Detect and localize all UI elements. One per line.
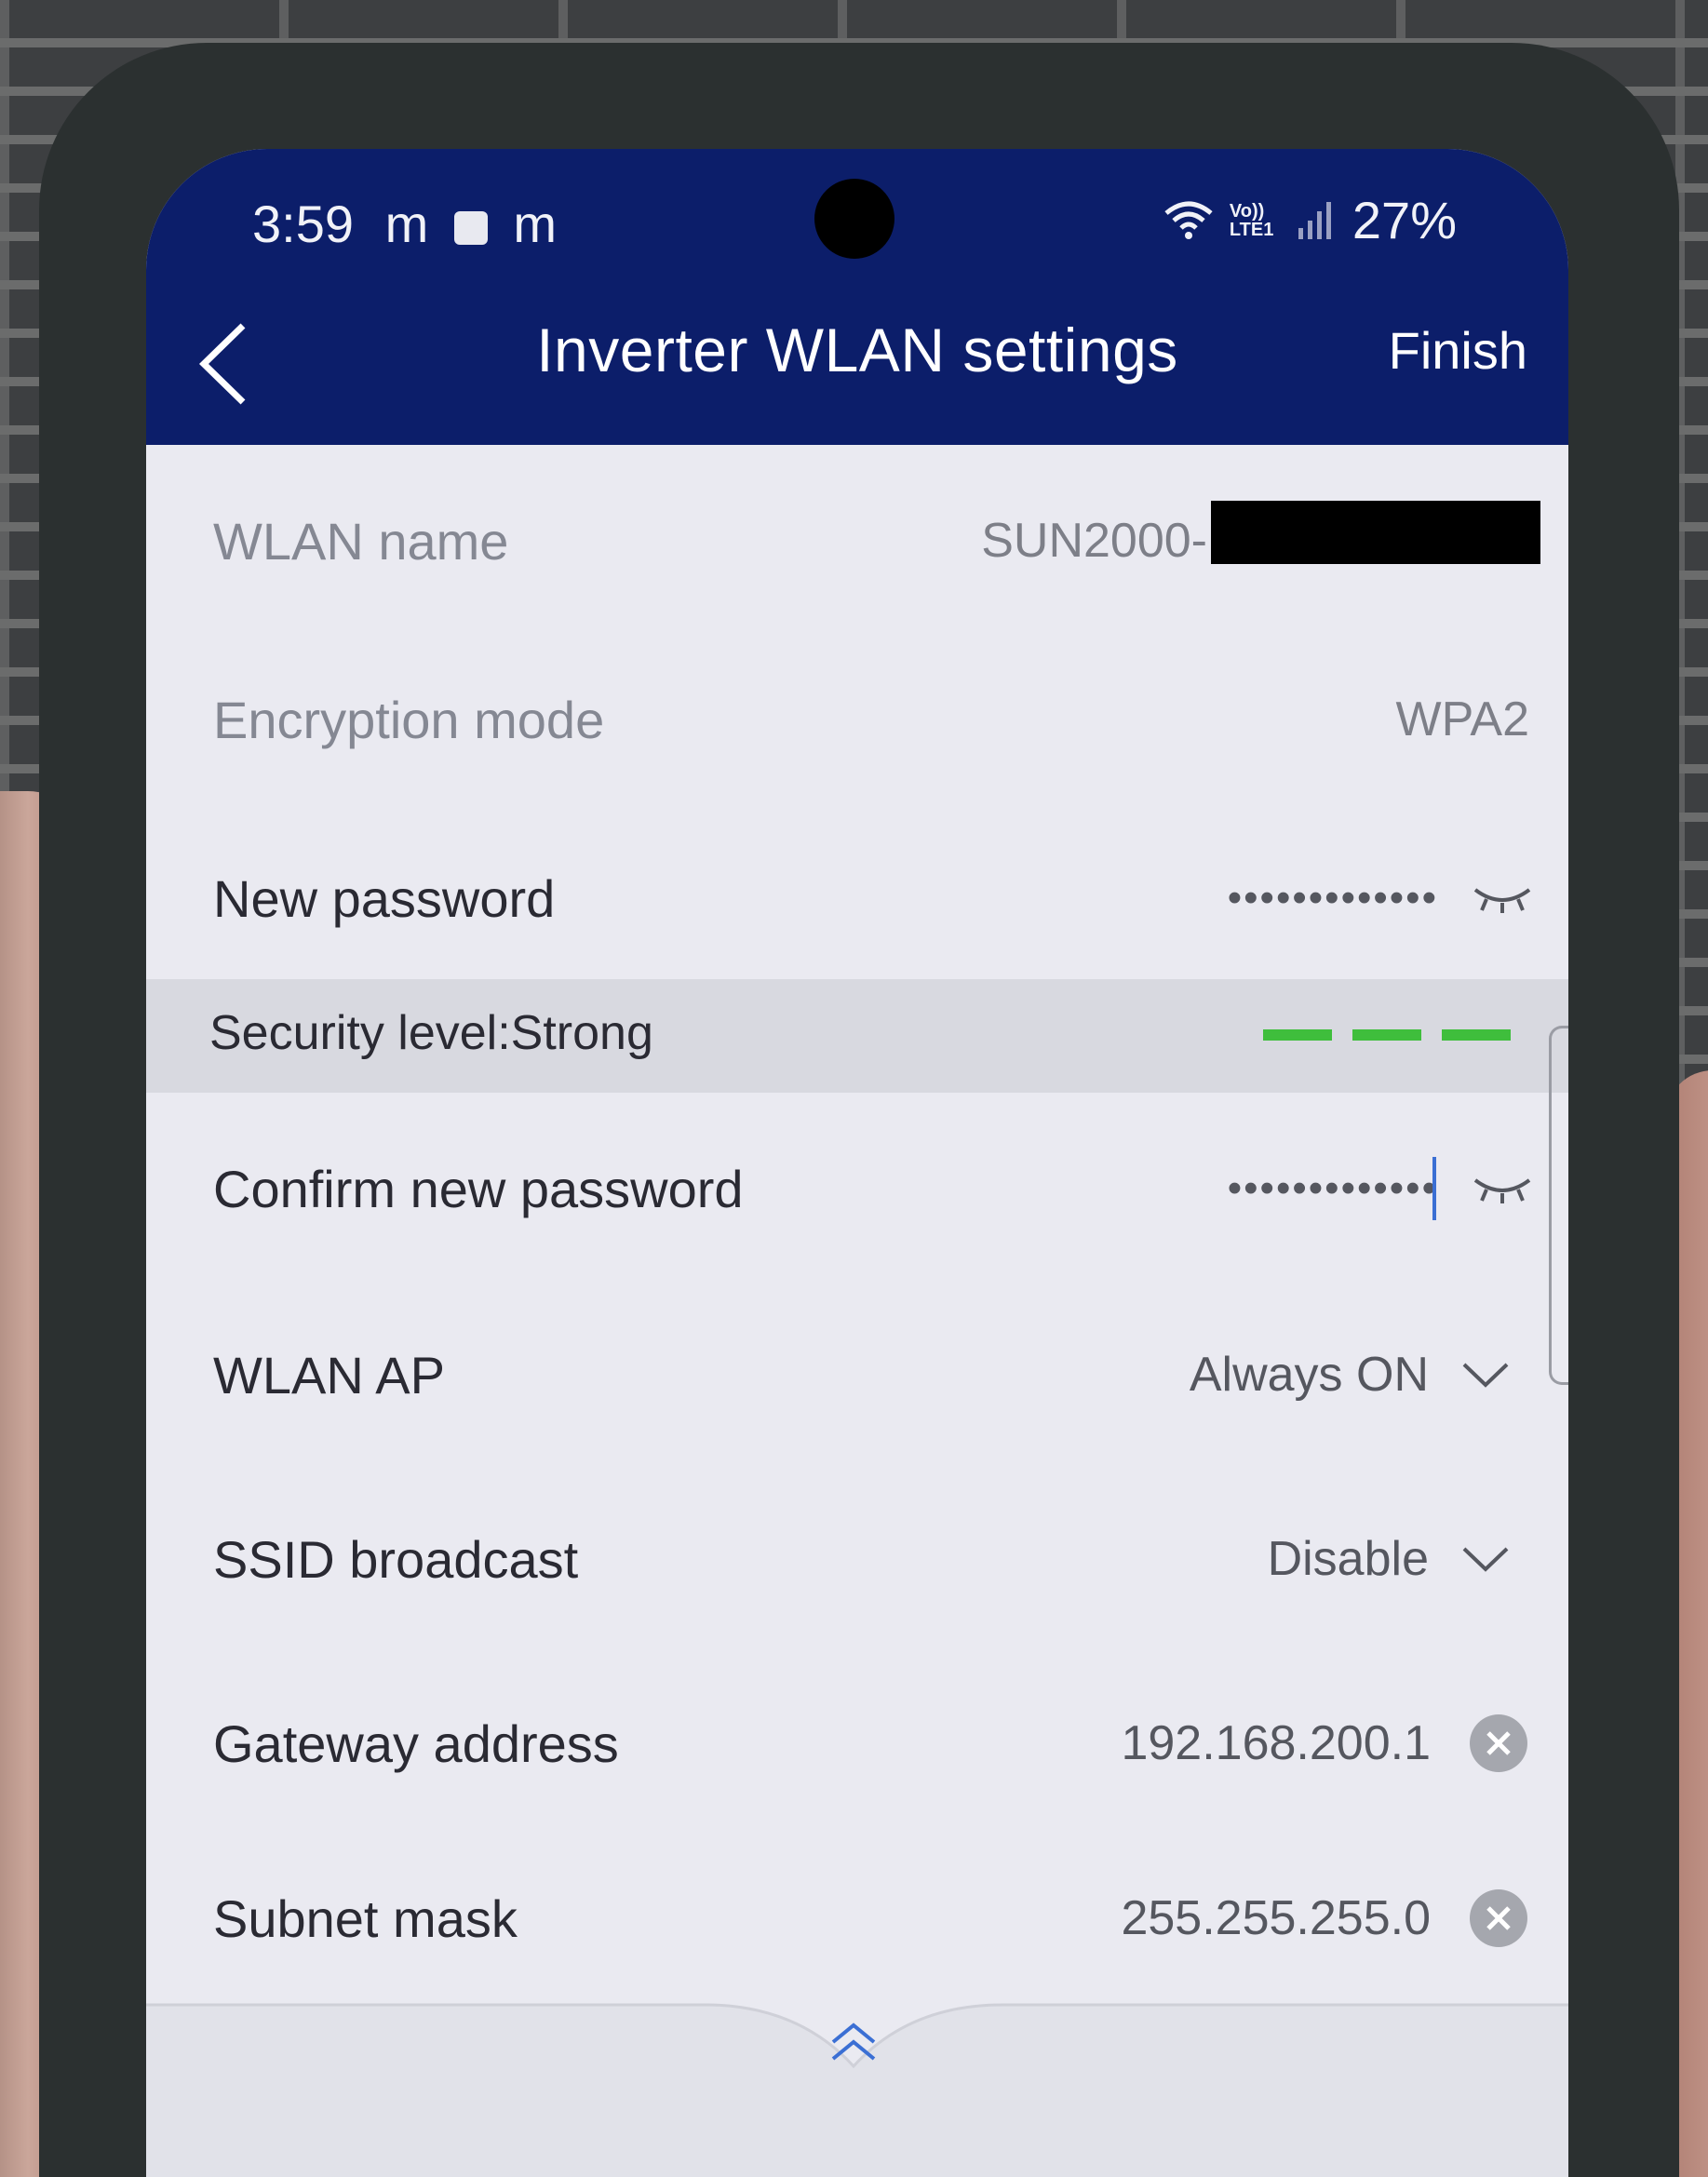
battery-percent: 27% (1352, 191, 1457, 249)
strength-bar-3 (1442, 1029, 1511, 1041)
app-header: 3:59 m m Vo)) LTE1 27% Inverter WLAN set… (146, 149, 1568, 445)
ssid-broadcast-value[interactable]: Disable (1268, 1531, 1429, 1587)
ssid-broadcast-row[interactable]: SSID broadcast Disable (146, 1471, 1568, 1647)
subnet-mask-label: Subnet mask (213, 1888, 518, 1948)
strength-bar-1 (1263, 1029, 1332, 1041)
subnet-mask-input[interactable]: 255.255.255.0 (1121, 1890, 1431, 1946)
clear-icon (1486, 1731, 1511, 1755)
wifi-icon (1164, 201, 1213, 239)
wlan-ap-row[interactable]: WLAN AP Always ON (146, 1286, 1568, 1463)
text-cursor (1432, 1157, 1436, 1220)
encryption-mode-row: Encryption mode WPA2 (146, 631, 1568, 808)
expand-up-icon (831, 2022, 876, 2061)
clear-gateway-button[interactable] (1470, 1714, 1527, 1772)
encryption-mode-value: WPA2 (1395, 692, 1529, 746)
chevron-down-icon[interactable] (1460, 1543, 1511, 1575)
page-title: Inverter WLAN settings (536, 316, 1178, 384)
bottom-panel (146, 2003, 1568, 2177)
security-level-label: Security level:Strong (209, 1006, 653, 1060)
eye-closed-icon[interactable] (1473, 882, 1531, 914)
confirm-password-input[interactable]: ••••••••••••• (1228, 1165, 1438, 1212)
confirm-password-label: Confirm new password (213, 1159, 744, 1218)
clear-icon (1486, 1906, 1511, 1930)
gateway-address-row[interactable]: Gateway address 192.168.200.1 (146, 1655, 1568, 1832)
status-time: 3:59 (252, 195, 354, 253)
chevron-down-icon[interactable] (1460, 1359, 1511, 1391)
scroll-indicator (1549, 1026, 1568, 1385)
wlan-name-value: SUN2000- (981, 514, 1207, 568)
gateway-address-label: Gateway address (213, 1713, 619, 1773)
status-indicator-m2: m (513, 195, 557, 253)
redaction-box (1211, 501, 1540, 564)
confirm-password-row[interactable]: Confirm new password ••••••••••••• (146, 1100, 1568, 1277)
new-password-input[interactable]: ••••••••••••• (1228, 875, 1438, 921)
gateway-address-input[interactable]: 192.168.200.1 (1121, 1715, 1431, 1771)
new-password-label: New password (213, 868, 556, 928)
wlan-ap-label: WLAN AP (213, 1345, 445, 1404)
volte-label: Vo)) LTE1 (1229, 200, 1274, 240)
clear-subnet-button[interactable] (1470, 1889, 1527, 1947)
wlan-name-label: WLAN name (213, 511, 509, 571)
ssid-broadcast-label: SSID broadcast (213, 1529, 579, 1589)
phone-screen: 3:59 m m Vo)) LTE1 27% Inverter WLAN set… (146, 149, 1568, 2177)
finish-button[interactable]: Finish (1389, 320, 1527, 381)
encryption-mode-label: Encryption mode (213, 690, 605, 749)
status-bar-right: Vo)) LTE1 27% (1163, 190, 1457, 250)
new-password-row[interactable]: New password ••••••••••••• (146, 810, 1568, 987)
eye-closed-icon[interactable] (1473, 1173, 1531, 1204)
subnet-mask-row[interactable]: Subnet mask 255.255.255.0 (146, 1830, 1568, 2007)
signal-icon (1298, 201, 1331, 239)
expand-button[interactable] (826, 2016, 881, 2072)
wlan-ap-value[interactable]: Always ON (1190, 1347, 1429, 1403)
notification-icon (453, 211, 488, 246)
camera-cutout (814, 179, 894, 259)
status-bar-left: 3:59 m m (252, 194, 557, 254)
status-indicator-m1: m (384, 195, 429, 253)
strength-bar-2 (1352, 1029, 1421, 1041)
